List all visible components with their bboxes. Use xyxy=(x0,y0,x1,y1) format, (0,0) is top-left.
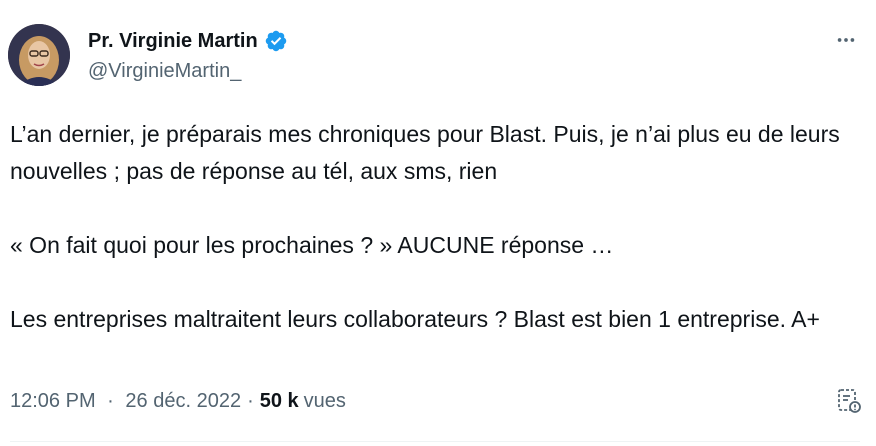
tweet-text: L’an dernier, je préparais mes chronique… xyxy=(10,121,840,332)
author-display-name[interactable]: Pr. Virginie Martin xyxy=(88,30,258,53)
tweet-timestamp[interactable]: 12:06 PM · 26 déc. 2022 xyxy=(10,390,241,413)
meta-separator: · xyxy=(247,390,254,412)
views-count: 50 k xyxy=(259,390,299,412)
tweet-date: 26 déc. 2022 xyxy=(125,390,242,412)
avatar-image xyxy=(8,24,70,86)
tweet-time: 12:06 PM xyxy=(10,390,96,412)
post-analytics-icon[interactable] xyxy=(834,386,864,416)
more-horizontal-icon[interactable] xyxy=(834,28,858,52)
author-name-row[interactable]: Pr. Virginie Martin xyxy=(88,28,288,54)
tweet-meta: 12:06 PM · 26 déc. 2022 · 50 k vues xyxy=(10,390,346,413)
divider xyxy=(10,441,860,442)
author-handle[interactable]: @VirginieMartin_ xyxy=(88,60,241,83)
verified-badge-icon[interactable] xyxy=(264,29,288,53)
meta-separator: · xyxy=(107,390,114,412)
avatar[interactable] xyxy=(8,24,70,86)
views-label: vues xyxy=(303,390,346,412)
tweet-card: Pr. Virginie Martin @VirginieMartin_ L’a… xyxy=(0,0,876,446)
